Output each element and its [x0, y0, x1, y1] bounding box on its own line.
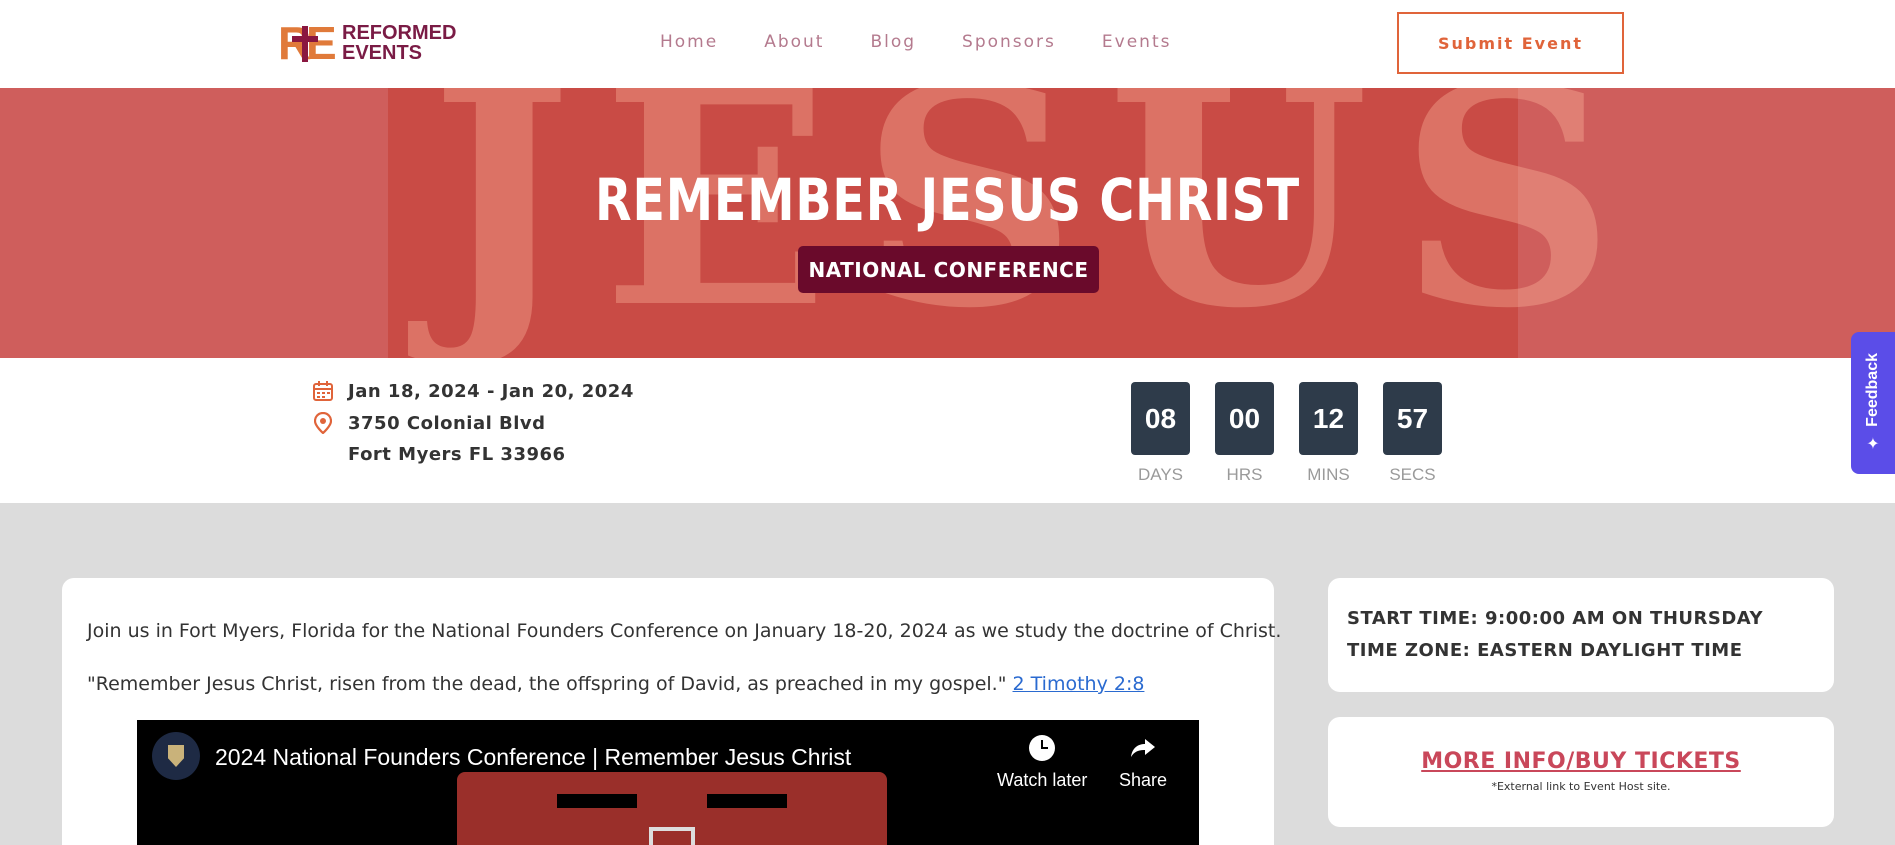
countdown-minutes: 12 MINS [1299, 382, 1358, 485]
channel-avatar[interactable] [152, 732, 200, 780]
logo-mark: R E [278, 17, 337, 69]
countdown-hours-value: 00 [1215, 382, 1274, 455]
video-title[interactable]: 2024 National Founders Conference | Reme… [215, 744, 851, 771]
countdown-minutes-label: MINS [1307, 465, 1350, 484]
video-thumbnail-art [457, 772, 887, 845]
countdown-days-value: 08 [1131, 382, 1190, 455]
clock-icon [1028, 734, 1056, 762]
scripture-reference-link[interactable]: 2 Timothy 2:8 [1013, 673, 1145, 695]
share-icon [1129, 734, 1157, 762]
countdown-days: 08 DAYS [1131, 382, 1190, 485]
event-type-badge: NATIONAL CONFERENCE [798, 246, 1099, 293]
share-button[interactable]: Share [1119, 734, 1167, 791]
nav-blog[interactable]: Blog [870, 32, 916, 52]
watch-later-label: Watch later [997, 770, 1088, 790]
countdown-seconds-label: SECS [1389, 465, 1436, 484]
share-label: Share [1119, 770, 1168, 790]
calendar-icon [312, 380, 334, 402]
countdown-seconds: 57 SECS [1383, 382, 1442, 485]
scripture-quote: "Remember Jesus Christ, risen from the d… [87, 673, 1144, 695]
logo-text: REFORMED EVENTS [342, 23, 456, 63]
event-description: Join us in Fort Myers, Florida for the N… [87, 620, 1282, 642]
countdown-minutes-value: 12 [1299, 382, 1358, 455]
time-zone: TIME ZONE: EASTERN DAYLIGHT TIME [1347, 640, 1743, 661]
event-time-card: START TIME: 9:00:00 AM ON THURSDAY TIME … [1328, 578, 1834, 692]
video-embed[interactable]: 2024 National Founders Conference | Reme… [137, 720, 1199, 845]
event-info-bar: Jan 18, 2024 - Jan 20, 2024 3750 Colonia… [0, 358, 1895, 503]
countdown-days-label: DAYS [1137, 465, 1184, 484]
event-description-card: Join us in Fort Myers, Florida for the N… [62, 578, 1281, 845]
event-date-range: Jan 18, 2024 - Jan 20, 2024 [348, 380, 634, 402]
nav-events[interactable]: Events [1102, 32, 1172, 52]
event-hero: JESUS REMEMBER JESUS CHRIST NATIONAL CON… [0, 88, 1895, 358]
site-logo[interactable]: R E REFORMED EVENTS [278, 20, 473, 66]
feedback-label: Feedback [1864, 352, 1881, 427]
event-address-line1: 3750 Colonial Blvd [348, 412, 546, 434]
site-header: R E REFORMED EVENTS Home About Blog Spon… [0, 0, 1895, 88]
feedback-tab[interactable]: Feedback ✦ [1851, 332, 1895, 474]
watch-later-button[interactable]: Watch later [997, 734, 1087, 791]
sparkle-icon: ✦ [1866, 434, 1880, 454]
countdown-seconds-value: 57 [1383, 382, 1442, 455]
countdown-hours: 00 HRS [1215, 382, 1274, 485]
start-time: START TIME: 9:00:00 AM ON THURSDAY [1347, 608, 1764, 629]
event-address-line2: Fort Myers FL 33966 [348, 444, 566, 465]
external-link-note: *External link to Event Host site. [1491, 780, 1671, 793]
submit-event-button[interactable]: Submit Event [1397, 12, 1624, 74]
event-date-row: Jan 18, 2024 - Jan 20, 2024 [312, 380, 634, 402]
tickets-card: MORE INFO/BUY TICKETS *External link to … [1328, 717, 1834, 827]
nav-sponsors[interactable]: Sponsors [962, 32, 1056, 52]
event-title: REMEMBER JESUS CHRIST [595, 166, 1300, 234]
countdown-hours-label: HRS [1226, 465, 1263, 484]
countdown-timer: 08 DAYS 00 HRS 12 MINS 57 SECS [1131, 382, 1442, 485]
scripture-quote-text: "Remember Jesus Christ, risen from the d… [87, 673, 1007, 695]
event-city-row: Fort Myers FL 33966 [348, 444, 566, 465]
map-pin-icon [312, 412, 334, 434]
nav-home[interactable]: Home [660, 32, 718, 52]
logo-text-line1: REFORMED [342, 22, 457, 44]
buy-tickets-link[interactable]: MORE INFO/BUY TICKETS [1421, 749, 1741, 774]
logo-text-line2: EVENTS [342, 42, 423, 64]
main-nav: Home About Blog Sponsors Events [660, 32, 1217, 52]
event-address-row: 3750 Colonial Blvd [312, 412, 546, 434]
nav-about[interactable]: About [764, 32, 824, 52]
